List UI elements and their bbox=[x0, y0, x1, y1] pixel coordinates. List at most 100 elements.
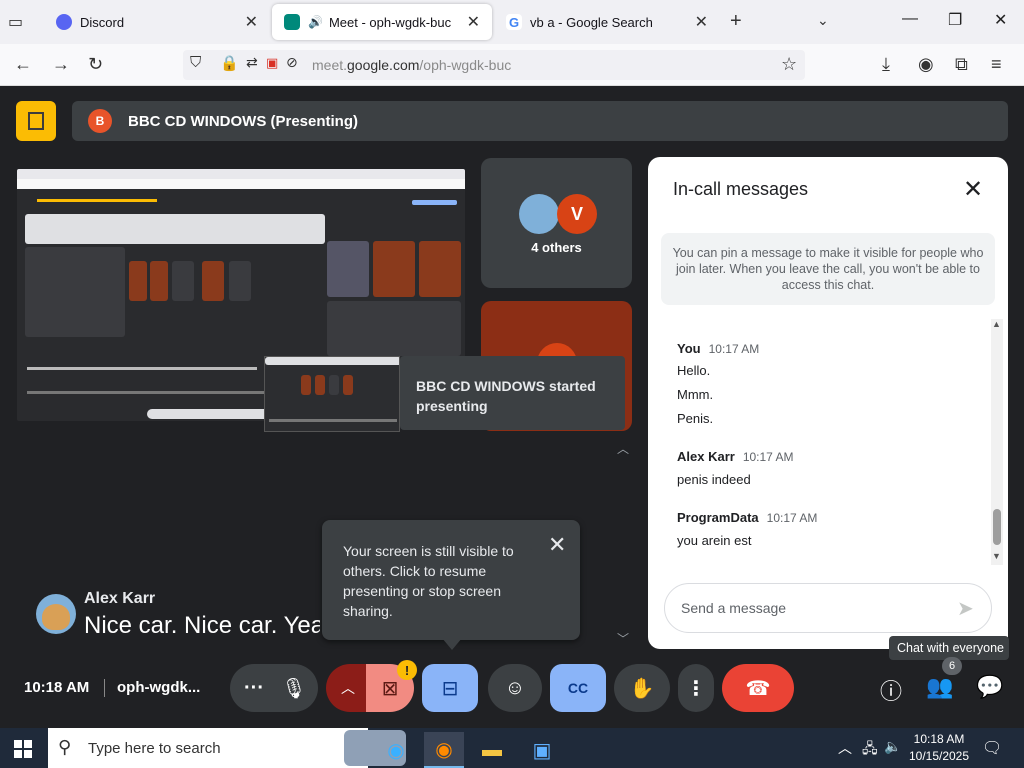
toast-text: BBC CD WINDOWS started presenting bbox=[416, 378, 596, 414]
popup-close-icon[interactable]: ✕ bbox=[548, 532, 566, 558]
tab-meet[interactable]: 🔊 Meet - oph-wgdk-buc ✕ bbox=[272, 4, 492, 40]
tab-title: Discord bbox=[80, 14, 125, 30]
sender-name: You bbox=[677, 341, 701, 356]
message-sender: Alex Karr 10:17 AM bbox=[677, 449, 794, 464]
windows-start-icon[interactable] bbox=[14, 740, 32, 758]
reload-icon[interactable]: ↻ bbox=[88, 54, 103, 75]
people-count-badge: 6 bbox=[942, 657, 962, 675]
permissions-icon[interactable]: ⇄ bbox=[246, 54, 258, 71]
message-text: Penis. bbox=[677, 411, 714, 426]
presenting-toast: BBC CD WINDOWS started presenting bbox=[400, 356, 625, 430]
maximize-icon[interactable]: ❐ bbox=[948, 10, 962, 30]
chat-scrollbar[interactable]: ▲ ▼ bbox=[991, 319, 1003, 565]
video-options-chevron-icon[interactable]: ︿ bbox=[326, 664, 370, 712]
taskbar-clock[interactable]: 10:18 AM 10/15/2025 bbox=[906, 731, 972, 765]
chat-pin-info: You can pin a message to make it visible… bbox=[661, 233, 995, 305]
meeting-code: oph-wgdk... bbox=[117, 679, 201, 696]
close-tab-icon[interactable]: ✕ bbox=[695, 12, 708, 32]
message-text: Mmm. bbox=[677, 387, 714, 402]
presenter-avatar: B bbox=[88, 109, 112, 133]
meet-icon bbox=[284, 14, 300, 30]
chat-message-list: You 10:17 AM Hello. Mmm. Penis. Alex Karr… bbox=[648, 317, 1008, 569]
forward-icon[interactable]: → bbox=[52, 54, 70, 75]
new-tab-icon[interactable]: + bbox=[730, 10, 742, 33]
window-close-icon[interactable]: ✕ bbox=[994, 10, 1007, 30]
close-tab-icon[interactable]: ✕ bbox=[245, 12, 258, 32]
clock-date: 10/15/2025 bbox=[908, 749, 970, 763]
meeting-info-icon[interactable]: ⓘ bbox=[880, 674, 902, 706]
message-time: 10:17 AM bbox=[766, 511, 818, 525]
participant-avatar-v: V bbox=[557, 194, 597, 234]
notifications-icon[interactable]: 🗨 bbox=[982, 738, 1002, 758]
reactions-emoji-icon[interactable]: ☺ bbox=[488, 664, 542, 712]
meet-logo-icon[interactable] bbox=[16, 101, 56, 141]
taskbar-search-placeholder: Type here to search bbox=[88, 740, 221, 757]
people-icon[interactable]: 👥 bbox=[926, 674, 953, 700]
message-time: 10:17 AM bbox=[708, 342, 760, 356]
chat-close-icon[interactable]: ✕ bbox=[963, 175, 983, 204]
popup-text: Your screen is still visible to others. … bbox=[343, 543, 514, 619]
participant-avatar bbox=[519, 194, 559, 234]
others-count-label: 4 others bbox=[531, 240, 582, 255]
app-window-icon[interactable]: ▣ bbox=[522, 732, 562, 768]
scrollbar-thumb[interactable] bbox=[993, 509, 1001, 545]
discord-icon bbox=[56, 14, 72, 30]
url-prefix: meet. bbox=[312, 57, 348, 73]
back-icon[interactable]: ← bbox=[14, 54, 32, 75]
google-icon: G bbox=[506, 14, 522, 30]
shield-icon[interactable]: ⛉ bbox=[190, 54, 201, 71]
sender-name: Alex Karr bbox=[677, 449, 735, 464]
url-text[interactable]: meet.google.com/oph-wgdk-buc bbox=[312, 57, 511, 73]
tab-list-icon[interactable]: ▭ bbox=[8, 12, 28, 32]
chat-input-box[interactable]: ➤ bbox=[664, 583, 992, 633]
camera-blocked-icon[interactable]: ⊘ bbox=[286, 54, 298, 71]
raise-hand-icon[interactable]: ✋ bbox=[614, 664, 670, 712]
url-domain: google.com bbox=[347, 57, 420, 73]
search-icon: ⚲ bbox=[58, 737, 72, 757]
firefox-icon[interactable]: ◉ bbox=[424, 732, 464, 768]
tray-chevron-up-icon[interactable]: ︿ bbox=[838, 738, 852, 758]
clock-time: 10:18 AM bbox=[913, 732, 965, 746]
message-time: 10:17 AM bbox=[742, 450, 794, 464]
leave-call-button[interactable]: ☎ bbox=[722, 664, 794, 712]
microphone-icon[interactable]: 🎙 bbox=[270, 664, 318, 712]
file-explorer-icon[interactable]: ▬ bbox=[472, 732, 512, 768]
captions-button[interactable]: CC bbox=[550, 664, 606, 712]
network-icon[interactable]: 🖧 bbox=[862, 738, 878, 762]
tab-google-search[interactable]: G vb a - Google Search ✕ bbox=[494, 4, 720, 40]
volume-muted-icon[interactable]: 🔈 bbox=[884, 738, 901, 755]
screen-share-indicator-icon[interactable]: ▣ bbox=[266, 55, 278, 71]
menu-icon[interactable]: ≡ bbox=[991, 54, 1002, 75]
sender-name: ProgramData bbox=[677, 510, 759, 525]
chat-panel: In-call messages ✕ You can pin a message… bbox=[648, 157, 1008, 649]
chevron-up-icon[interactable]: ︿ bbox=[617, 440, 629, 457]
presentation-banner: B BBC CD WINDOWS (Presenting) bbox=[72, 101, 1008, 141]
meeting-time: 10:18 AM bbox=[24, 679, 90, 696]
chat-icon[interactable]: 💬 bbox=[976, 674, 1003, 700]
minimize-icon[interactable]: — bbox=[902, 10, 918, 28]
edge-icon[interactable]: ◉ bbox=[376, 732, 416, 768]
chevron-down-icon[interactable]: ⌄ bbox=[817, 12, 829, 29]
speaker-icon[interactable]: 🔊 bbox=[308, 15, 323, 29]
present-screen-button[interactable]: ⊟ bbox=[422, 664, 478, 712]
account-icon[interactable]: ◉ bbox=[918, 54, 934, 75]
scroll-up-arrow-icon[interactable]: ▲ bbox=[992, 319, 1001, 329]
scroll-down-arrow-icon[interactable]: ▼ bbox=[992, 551, 1001, 561]
send-icon[interactable]: ➤ bbox=[957, 596, 974, 621]
message-sender: ProgramData 10:17 AM bbox=[677, 510, 817, 525]
more-options-icon[interactable]: ⋮ bbox=[678, 664, 714, 712]
download-icon[interactable]: ⤓ bbox=[882, 54, 890, 75]
tab-title: vb a - Google Search bbox=[530, 14, 653, 30]
taskbar-search-box[interactable]: ⚲ Type here to search bbox=[48, 728, 406, 768]
caption-speaker-name: Alex Karr bbox=[84, 590, 156, 607]
chevron-down-icon[interactable]: ﹀ bbox=[617, 630, 629, 647]
presenter-banner-text: BBC CD WINDOWS (Presenting) bbox=[128, 113, 358, 130]
extensions-icon[interactable]: ⧉ bbox=[955, 54, 968, 75]
bookmark-star-icon[interactable]: ☆ bbox=[781, 54, 797, 75]
close-tab-icon[interactable]: ✕ bbox=[467, 12, 480, 32]
message-input[interactable] bbox=[681, 596, 941, 620]
tab-discord[interactable]: Discord ✕ bbox=[44, 4, 270, 40]
lock-icon[interactable]: 🔒 bbox=[220, 54, 239, 72]
message-text: you arein est bbox=[677, 533, 752, 548]
others-tile[interactable]: V 4 others bbox=[481, 158, 632, 288]
